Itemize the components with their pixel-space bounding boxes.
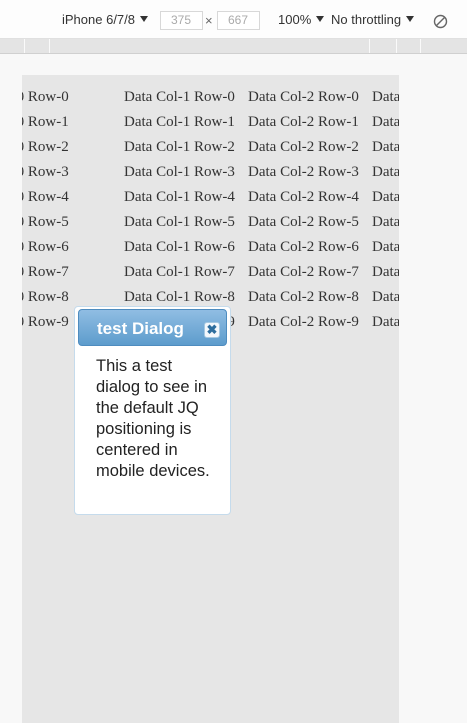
close-icon[interactable]: ✖ <box>204 322 220 338</box>
table-cell: Data Co <box>372 139 399 155</box>
dialog-titlebar[interactable]: test Dialog ✖ <box>78 309 227 346</box>
table-cell: ol-0 Row-7 <box>22 264 69 280</box>
table-row: ol-0 Row-7 Data Col-1 Row-7 Data Col-2 Row… <box>22 260 399 285</box>
table-row: ol-0 Row-1 Data Col-1 Row-1 Data Col-2 Row… <box>22 110 399 135</box>
throttling-select-label: No throttling <box>331 12 402 27</box>
dialog-title: test Dialog <box>97 319 184 338</box>
table-cell: Data Col-2 Row-8 <box>248 289 359 305</box>
table-cell: Data Col-2 Row-1 <box>248 114 359 130</box>
table-row: ol-0 Row-5 Data Col-1 Row-5 Data Col-2 Row… <box>22 210 399 235</box>
table-row: ol-0 Row-3 Data Col-1 Row-3 Data Col-2 Row… <box>22 160 399 185</box>
rotate-icon[interactable] <box>433 14 448 29</box>
dialog: test Dialog ✖ This a test dialog to see … <box>74 306 231 515</box>
table-cell: Data Col-1 Row-5 <box>124 214 235 230</box>
table-cell: ol-0 Row-5 <box>22 214 69 230</box>
table-cell: Data Col-2 Row-5 <box>248 214 359 230</box>
table-cell: Data Co <box>372 214 399 230</box>
zoom-select[interactable]: 100% <box>278 12 325 27</box>
data-table: ol-0 Row-0 Data Col-1 Row-0 Data Col-2 Row… <box>22 85 399 335</box>
throttling-select[interactable]: No throttling <box>331 12 415 27</box>
device-dropdown-icon <box>140 16 149 22</box>
table-cell: Data Col-2 Row-0 <box>248 89 359 105</box>
table-cell: Data Col-1 Row-3 <box>124 164 235 180</box>
table-cell: Data Col-1 Row-0 <box>124 89 235 105</box>
table-cell: Data Col-2 Row-9 <box>248 314 359 330</box>
table-cell: ol-0 Row-2 <box>22 139 69 155</box>
zoom-dropdown-icon <box>316 16 325 22</box>
throttling-dropdown-icon <box>406 16 415 22</box>
table-cell: Data Col-1 Row-7 <box>124 264 235 280</box>
dimension-separator: × <box>205 13 213 28</box>
table-cell: Data Co <box>372 164 399 180</box>
table-cell: ol-0 Row-4 <box>22 189 69 205</box>
table-cell: Data Col-1 Row-4 <box>124 189 235 205</box>
width-input[interactable]: 375 <box>160 11 203 30</box>
table-row: ol-0 Row-2 Data Col-1 Row-2 Data Col-2 Row… <box>22 135 399 160</box>
table-cell: Data Col-1 Row-2 <box>124 139 235 155</box>
device-select-label: iPhone 6/7/8 <box>62 12 136 27</box>
device-toolbar: iPhone 6/7/8 375 × 667 100% No throttlin… <box>0 0 467 39</box>
zoom-select-label: 100% <box>278 12 312 27</box>
table-cell: ol-0 Row-3 <box>22 164 69 180</box>
table-cell: Data Co <box>372 114 399 130</box>
table-row: ol-0 Row-4 Data Col-1 Row-4 Data Col-2 Row… <box>22 185 399 210</box>
dialog-content: This a test dialog to see in the default… <box>96 357 210 480</box>
table-row: ol-0 Row-6 Data Col-1 Row-6 Data Col-2 Row… <box>22 235 399 260</box>
table-cell: Data Co <box>372 314 399 330</box>
height-input[interactable]: 667 <box>217 11 260 30</box>
table-cell: ol-0 Row-1 <box>22 114 69 130</box>
table-row: ol-0 Row-0 Data Col-1 Row-0 Data Col-2 Row… <box>22 85 399 110</box>
table-cell: Data Col-2 Row-7 <box>248 264 359 280</box>
table-cell: Data Col-2 Row-4 <box>248 189 359 205</box>
table-cell: Data Col-1 Row-6 <box>124 239 235 255</box>
table-cell: Data Co <box>372 239 399 255</box>
table-cell: ol-0 Row-0 <box>22 89 69 105</box>
table-cell: Data Col-2 Row-6 <box>248 239 359 255</box>
table-cell: Data Co <box>372 189 399 205</box>
table-cell: Data Co <box>372 289 399 305</box>
table-cell: Data Co <box>372 264 399 280</box>
table-cell: Data Col-2 Row-3 <box>248 164 359 180</box>
table-cell: Data Col-1 Row-1 <box>124 114 235 130</box>
table-cell: Data Co <box>372 89 399 105</box>
table-cell: ol-0 Row-6 <box>22 239 69 255</box>
device-select[interactable]: iPhone 6/7/8 <box>62 12 149 27</box>
table-cell: Data Col-2 Row-2 <box>248 139 359 155</box>
media-query-ruler[interactable] <box>0 39 467 54</box>
